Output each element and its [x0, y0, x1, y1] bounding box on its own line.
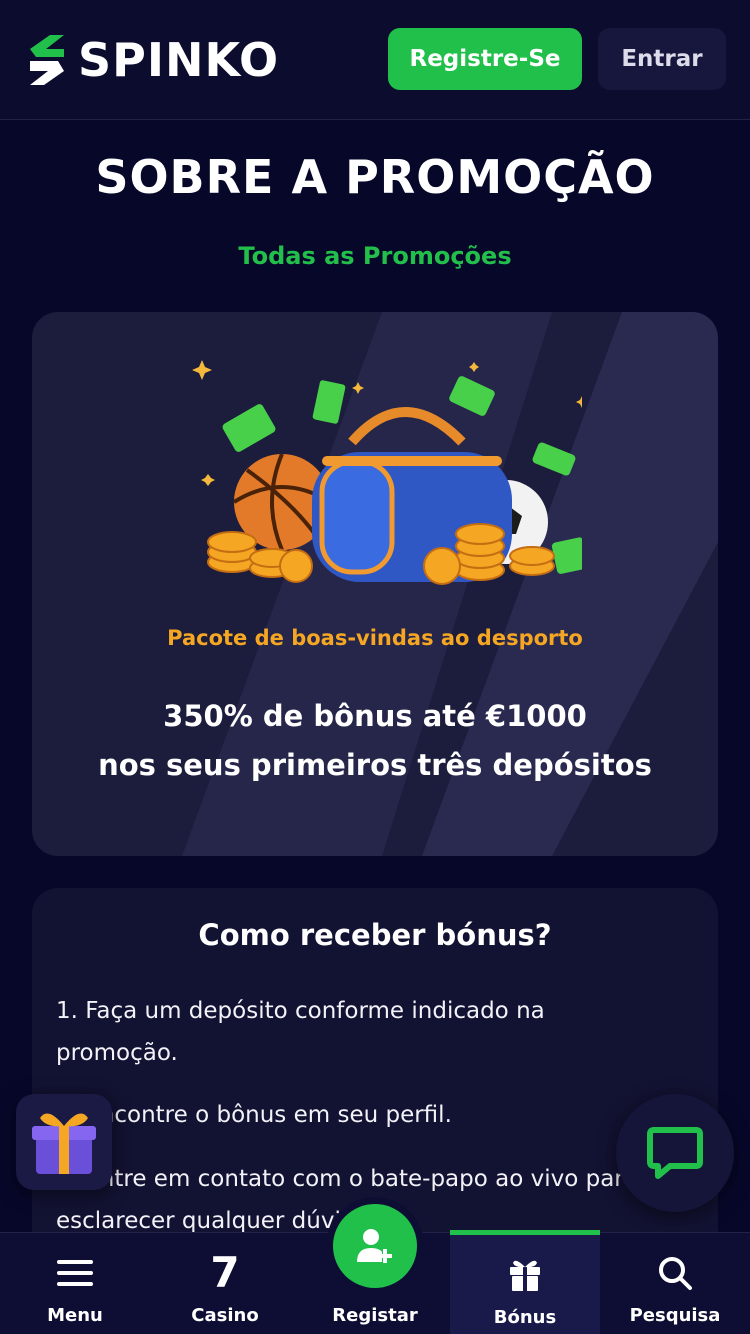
- sports-bonus-illustration: [192, 360, 582, 585]
- nav-search-label: Pesquisa: [629, 1305, 721, 1326]
- promo-subtitle: Pacote de boas-vindas ao desporto: [167, 626, 583, 650]
- register-button[interactable]: Registre-Se: [388, 28, 582, 90]
- casino-seven-icon: 7: [210, 1248, 240, 1297]
- promo-headline-line1: 350% de bônus até €1000: [163, 699, 587, 733]
- promo-headline-line2: nos seus primeiros três depósitos: [98, 748, 652, 782]
- live-chat-button[interactable]: [616, 1094, 734, 1212]
- nav-casino[interactable]: 7 Casino: [150, 1233, 300, 1334]
- howto-step-3-line1: 3. Entre em contato com o bate-papo ao v…: [56, 1166, 638, 1192]
- nav-menu-label: Menu: [47, 1305, 103, 1326]
- gift-icon: [32, 1113, 96, 1174]
- nav-bonus-label: Bónus: [493, 1307, 557, 1328]
- login-button[interactable]: Entrar: [598, 28, 726, 90]
- howto-step-1-line1: 1. Faça um depósito conforme indicado na: [56, 998, 545, 1024]
- menu-icon: [57, 1253, 93, 1293]
- add-user-icon: [357, 1229, 392, 1263]
- nav-search[interactable]: Pesquisa: [600, 1233, 750, 1334]
- gift-bonus-button[interactable]: [16, 1094, 112, 1190]
- howto-step-1-line2: promoção.: [56, 1040, 178, 1066]
- promo-headline: 350% de bônus até €1000 nos seus primeir…: [32, 692, 718, 790]
- spinko-logo-icon: [30, 35, 64, 85]
- howto-title: Como receber bónus?: [198, 918, 552, 952]
- brand-logo[interactable]: SPINKO: [24, 30, 279, 90]
- bonus-gift-icon: [507, 1255, 543, 1295]
- nav-casino-label: Casino: [191, 1305, 259, 1326]
- all-promotions-link[interactable]: Todas as Promoções: [0, 242, 750, 270]
- howto-step-2: 2. Encontre o bônus em seu perfil.: [56, 1102, 452, 1128]
- promo-card: Pacote de boas-vindas ao desporto 350% d…: [32, 312, 718, 856]
- page-title: SOBRE A PROMOÇÃO: [95, 150, 655, 204]
- nav-menu[interactable]: Menu: [0, 1233, 150, 1334]
- brand-name: SPINKO: [78, 33, 280, 87]
- bottom-nav: Menu 7 Casino Registar Bónus Pesquisa: [0, 1197, 750, 1334]
- search-icon: [657, 1253, 693, 1293]
- chat-icon: [647, 1127, 703, 1179]
- howto-step-1: 1. Faça um depósito conforme indicado na…: [56, 990, 656, 1074]
- nav-register-button[interactable]: [326, 1197, 424, 1295]
- nav-bonus[interactable]: Bónus: [450, 1230, 600, 1334]
- nav-register-label: Registar: [332, 1305, 418, 1326]
- header: SPINKO Registre-Se Entrar: [0, 0, 750, 120]
